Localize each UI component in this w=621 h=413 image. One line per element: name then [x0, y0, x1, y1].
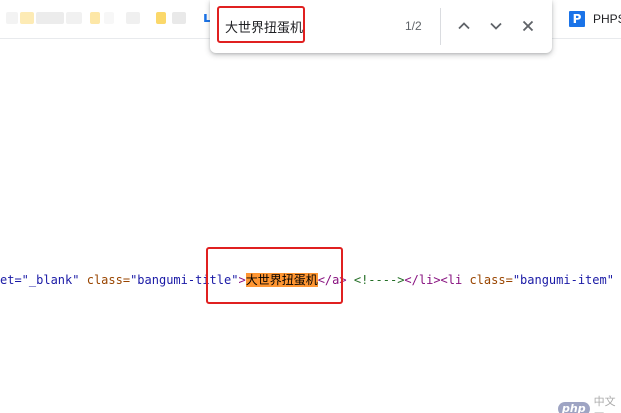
code-token: </a>	[317, 273, 347, 287]
watermark: php 中文网	[558, 393, 621, 413]
watermark-logo: php	[558, 402, 590, 413]
code-token: "bangumi-item"	[512, 273, 614, 287]
bookmark-label: PHPS	[593, 12, 621, 26]
blurred-bookmark[interactable]	[104, 12, 114, 24]
chevron-down-icon	[490, 22, 502, 30]
php-bookmark-icon: P	[569, 11, 585, 27]
blurred-bookmark[interactable]	[6, 12, 18, 24]
code-token: <!---->	[353, 273, 405, 287]
browser-viewport: ʟ P PHPS 1/2	[0, 0, 621, 413]
php-icon-letter: P	[572, 12, 582, 26]
blurred-bookmark[interactable]	[172, 12, 186, 24]
chevron-up-icon	[458, 22, 470, 30]
blurred-bookmark[interactable]	[126, 12, 140, 24]
bookmark-php[interactable]: P PHPS	[569, 10, 621, 28]
blurred-bookmark[interactable]	[156, 12, 166, 24]
search-match-highlight: 大世界扭蛋机	[245, 273, 318, 287]
blurred-bookmark[interactable]	[90, 12, 100, 24]
code-token: class=	[86, 273, 131, 287]
code-token: <li	[440, 273, 470, 287]
close-find-button[interactable]	[516, 14, 540, 38]
code-token: s	[614, 273, 621, 287]
previous-match-button[interactable]	[452, 14, 476, 38]
blurred-bookmark[interactable]	[66, 12, 82, 24]
source-code-line: et="_blank" class="bangumi-title">大世界扭蛋机…	[0, 272, 621, 288]
blurred-bookmark[interactable]	[36, 12, 64, 24]
close-icon	[522, 20, 534, 32]
find-match-count: 1/2	[405, 19, 422, 33]
code-token: class=	[469, 273, 513, 287]
blurred-bookmark[interactable]	[20, 12, 34, 24]
watermark-text: 中文网	[593, 395, 616, 413]
find-bar: 1/2	[210, 0, 552, 53]
next-match-button[interactable]	[484, 14, 508, 38]
code-token: "bangumi-title"	[130, 273, 239, 287]
code-token: et="_blank"	[0, 273, 80, 287]
find-input[interactable]	[225, 17, 385, 35]
code-token: >	[238, 273, 246, 287]
divider	[440, 8, 441, 45]
code-token: </li>	[404, 273, 441, 287]
